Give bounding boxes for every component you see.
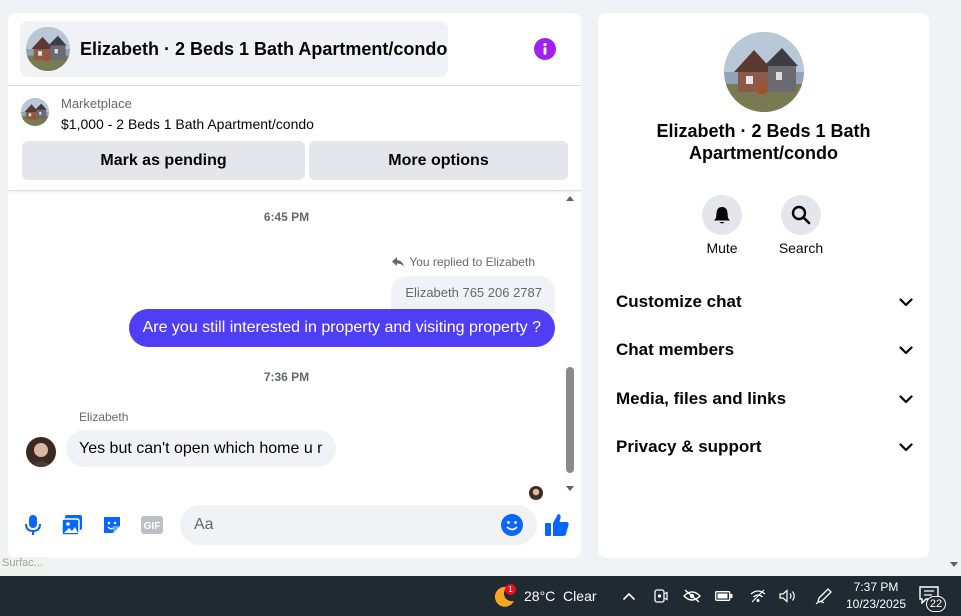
page-scroll-down-arrow-icon[interactable] <box>950 562 958 567</box>
search-icon <box>791 205 811 225</box>
reply-note-text: You replied to Elizabeth <box>409 255 535 269</box>
scroll-down-arrow-icon[interactable] <box>566 486 574 491</box>
chevron-up-icon[interactable] <box>620 587 638 605</box>
listing-thumbnail[interactable] <box>21 98 49 126</box>
system-clock[interactable]: 7:37 PM 10/23/2025 <box>843 579 909 613</box>
message-scrollbar[interactable] <box>564 194 576 491</box>
info-icon[interactable] <box>534 38 556 60</box>
section-label: Customize chat <box>616 292 742 311</box>
gif-label: GIF <box>144 521 161 532</box>
listing-avatar <box>26 27 70 71</box>
chat-header: Elizabeth · 2 Beds 1 Bath Apartment/cond… <box>8 13 581 86</box>
clock-time: 7:37 PM <box>853 580 899 594</box>
chevron-down-icon <box>899 394 913 403</box>
notification-count-badge: 22 <box>926 596 946 612</box>
conversation-info-panel: Elizabeth · 2 Beds 1 Bath Apartment/cond… <box>598 13 929 558</box>
section-customize-chat[interactable]: Customize chat <box>616 282 913 322</box>
mute-label: Mute <box>706 240 738 256</box>
chevron-down-icon <box>899 442 913 451</box>
weather-alert-badge: 1 <box>505 584 516 595</box>
emoji-icon[interactable] <box>501 514 523 541</box>
eye-off-icon[interactable] <box>683 587 701 605</box>
battery-icon[interactable] <box>715 587 733 605</box>
pen-icon[interactable] <box>815 587 833 605</box>
more-options-button[interactable]: More options <box>309 141 568 180</box>
conversation-title: Elizabeth · 2 Beds 1 Bath Apartment/cond… <box>80 38 448 59</box>
marketplace-listing-card: Marketplace $1,000 - 2 Beds 1 Bath Apart… <box>8 87 581 191</box>
section-chat-members[interactable]: Chat members <box>616 330 913 370</box>
incoming-message[interactable]: Yes but can't open which home u r <box>66 430 336 467</box>
meet-now-icon[interactable] <box>651 587 669 605</box>
mark-as-pending-button[interactable]: Mark as pending <box>22 141 305 180</box>
chevron-down-icon <box>899 345 913 354</box>
section-label: Media, files and links <box>616 389 787 408</box>
scrollbar-thumb[interactable] <box>566 367 574 473</box>
listing-source: Marketplace <box>61 96 132 111</box>
scroll-up-arrow-icon[interactable] <box>566 196 574 201</box>
sender-avatar[interactable] <box>26 437 56 467</box>
mute-button[interactable] <box>702 195 742 235</box>
volume-icon[interactable] <box>779 587 797 605</box>
weather-text[interactable]: 28°C Clear <box>524 588 597 604</box>
search-button[interactable] <box>781 195 821 235</box>
taskbar: 1 28°C Clear 7:37 PM 10/23/2025 22 <box>0 576 961 616</box>
section-label: Privacy & support <box>616 437 762 456</box>
gif-icon[interactable]: GIF <box>140 513 164 537</box>
reply-indicator: You replied to Elizabeth <box>391 255 535 269</box>
clock-date: 10/23/2025 <box>845 597 907 611</box>
chevron-down-icon <box>899 297 913 306</box>
profile-name: Elizabeth · 2 Beds 1 Bath Apartment/cond… <box>656 121 871 163</box>
outgoing-message[interactable]: Are you still interested in property and… <box>128 309 555 347</box>
search-label: Search <box>778 240 824 256</box>
microphone-icon[interactable] <box>21 513 45 537</box>
message-composer: GIF <box>8 501 581 549</box>
background-window-fragment: Surfac... <box>0 557 48 575</box>
photo-icon[interactable] <box>60 513 84 537</box>
sender-name: Elizabeth <box>79 410 129 424</box>
timestamp: 6:45 PM <box>263 210 310 224</box>
timestamp: 7:36 PM <box>263 370 310 384</box>
chat-panel: Elizabeth · 2 Beds 1 Bath Apartment/cond… <box>8 13 581 558</box>
bell-icon <box>714 207 730 224</box>
section-media-files-links[interactable]: Media, files and links <box>616 379 913 419</box>
sticker-icon[interactable] <box>100 513 124 537</box>
wifi-icon[interactable] <box>749 587 767 605</box>
conversation-header-button[interactable]: Elizabeth · 2 Beds 1 Bath Apartment/cond… <box>20 21 448 77</box>
thumbs-up-icon[interactable] <box>544 512 570 543</box>
section-label: Chat members <box>616 340 735 359</box>
profile-avatar[interactable] <box>724 32 804 112</box>
listing-title[interactable]: $1,000 - 2 Beds 1 Bath Apartment/condo <box>61 116 314 132</box>
section-privacy-support[interactable]: Privacy & support <box>616 427 913 467</box>
seen-indicator-avatar <box>529 486 543 500</box>
message-input[interactable] <box>180 505 537 545</box>
message-list: 6:45 PM You replied to Elizabeth Elizabe… <box>8 192 581 492</box>
reply-icon <box>392 257 405 267</box>
